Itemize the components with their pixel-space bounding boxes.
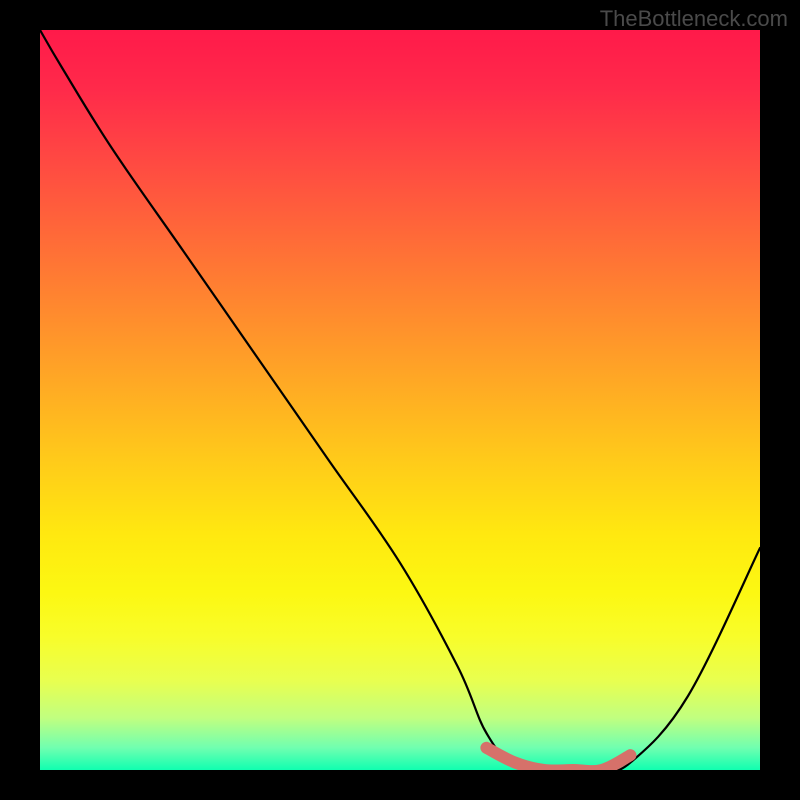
watermark-text: TheBottleneck.com bbox=[600, 6, 788, 32]
valley-highlight-line bbox=[486, 748, 630, 770]
chart-plot-area bbox=[40, 30, 760, 770]
chart-svg bbox=[40, 30, 760, 770]
bottleneck-curve-line bbox=[40, 30, 760, 770]
